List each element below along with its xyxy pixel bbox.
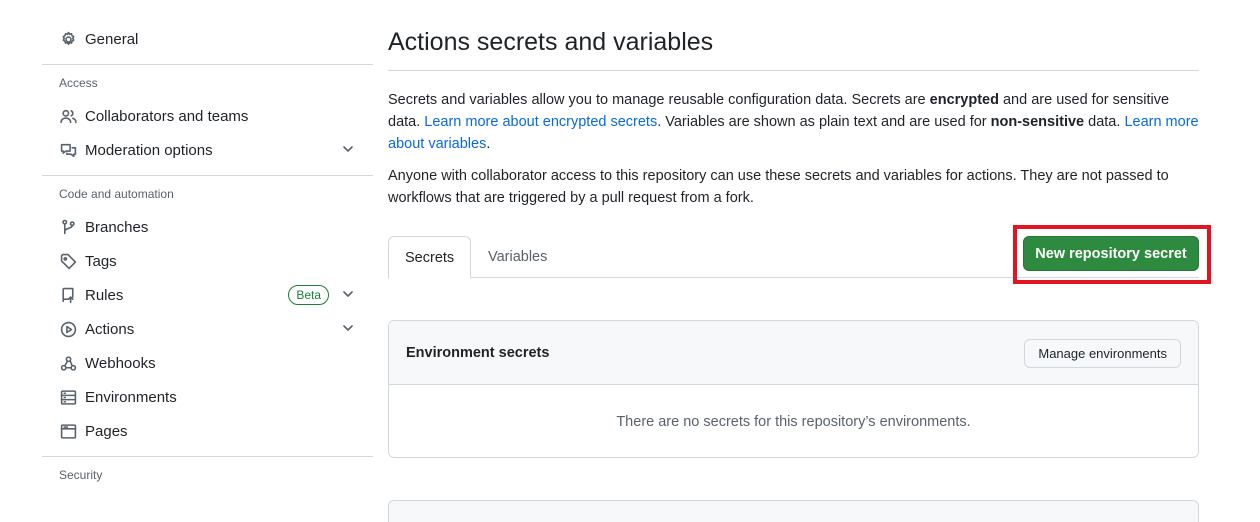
section-heading-code-automation: Code and automation (59, 187, 174, 201)
sidebar-item-rules[interactable]: Rules Beta (42, 278, 373, 312)
sidebar-item-collaborators[interactable]: Collaborators and teams (42, 99, 373, 133)
sidebar-item-environments[interactable]: Environments (42, 380, 373, 414)
comment-discussion-icon (59, 141, 77, 159)
sidebar-item-label: Pages (85, 422, 128, 440)
description-secrets: Secrets and variables allow you to manag… (388, 89, 1199, 155)
repository-secrets-box (388, 500, 1199, 522)
chevron-down-icon[interactable] (341, 321, 355, 335)
sidebar-item-label: Rules (85, 286, 124, 304)
sidebar-item-label: Tags (85, 252, 117, 270)
page-title: Actions secrets and variables (388, 28, 714, 56)
sidebar-item-pages[interactable]: Pages (42, 414, 373, 448)
play-icon (59, 320, 77, 338)
beta-badge: Beta (288, 285, 329, 305)
chevron-down-icon[interactable] (341, 142, 355, 156)
desc-text: Secrets and variables allow you to manag… (388, 92, 930, 108)
desc-bold-encrypted: encrypted (929, 92, 999, 108)
repo-push-icon (59, 286, 77, 304)
environment-secrets-title: Environment secrets (406, 344, 550, 361)
people-icon (59, 107, 77, 125)
desc-text: . Variables are shown as plain text and … (657, 114, 991, 130)
sidebar-divider (42, 175, 373, 176)
learn-more-secrets-link[interactable]: Learn more about encrypted secrets (424, 114, 657, 130)
chevron-down-icon[interactable] (341, 287, 355, 301)
section-heading-security: Security (59, 468, 103, 482)
sidebar-item-label: Branches (85, 218, 149, 236)
new-repository-secret-button[interactable]: New repository secret (1023, 236, 1199, 271)
manage-environments-button[interactable]: Manage environments (1024, 339, 1181, 368)
section-heading-access: Access (59, 76, 98, 90)
gear-icon (59, 30, 77, 48)
settings-sidebar: General Access Collaborators and teams M… (42, 22, 373, 491)
sidebar-item-label: Collaborators and teams (85, 107, 249, 125)
tab-variables[interactable]: Variables (472, 236, 563, 278)
title-divider (388, 70, 1199, 71)
sidebar-item-label: Webhooks (85, 354, 156, 372)
tab-secrets[interactable]: Secrets (388, 236, 472, 279)
sidebar-item-label: Moderation options (85, 141, 213, 159)
desc-text: . (486, 136, 491, 152)
sidebar-divider (42, 456, 373, 457)
desc-bold-non-sensitive: non-sensitive (990, 114, 1085, 130)
sidebar-item-moderation[interactable]: Moderation options (42, 133, 373, 167)
sidebar-item-general[interactable]: General (42, 22, 373, 56)
sidebar-item-actions[interactable]: Actions (42, 312, 373, 346)
empty-state-text: There are no secrets for this repository… (616, 413, 971, 430)
tag-icon (59, 252, 77, 270)
sidebar-item-tags[interactable]: Tags (42, 244, 373, 278)
git-branch-icon (59, 218, 77, 236)
desc-text: data. (1084, 114, 1125, 130)
sidebar-item-label: Environments (85, 388, 177, 406)
sidebar-item-webhooks[interactable]: Webhooks (42, 346, 373, 380)
webhook-icon (59, 354, 77, 372)
browser-icon (59, 422, 77, 440)
server-icon (59, 388, 77, 406)
sidebar-item-label: General (85, 30, 139, 48)
sidebar-item-label: Actions (85, 320, 135, 338)
sidebar-divider (42, 64, 373, 65)
environment-secrets-box: Environment secrets Manage environments … (388, 320, 1199, 458)
description-access: Anyone with collaborator access to this … (388, 168, 1169, 206)
environment-secrets-header: Environment secrets Manage environments (389, 321, 1198, 385)
sidebar-item-branches[interactable]: Branches (42, 210, 373, 244)
